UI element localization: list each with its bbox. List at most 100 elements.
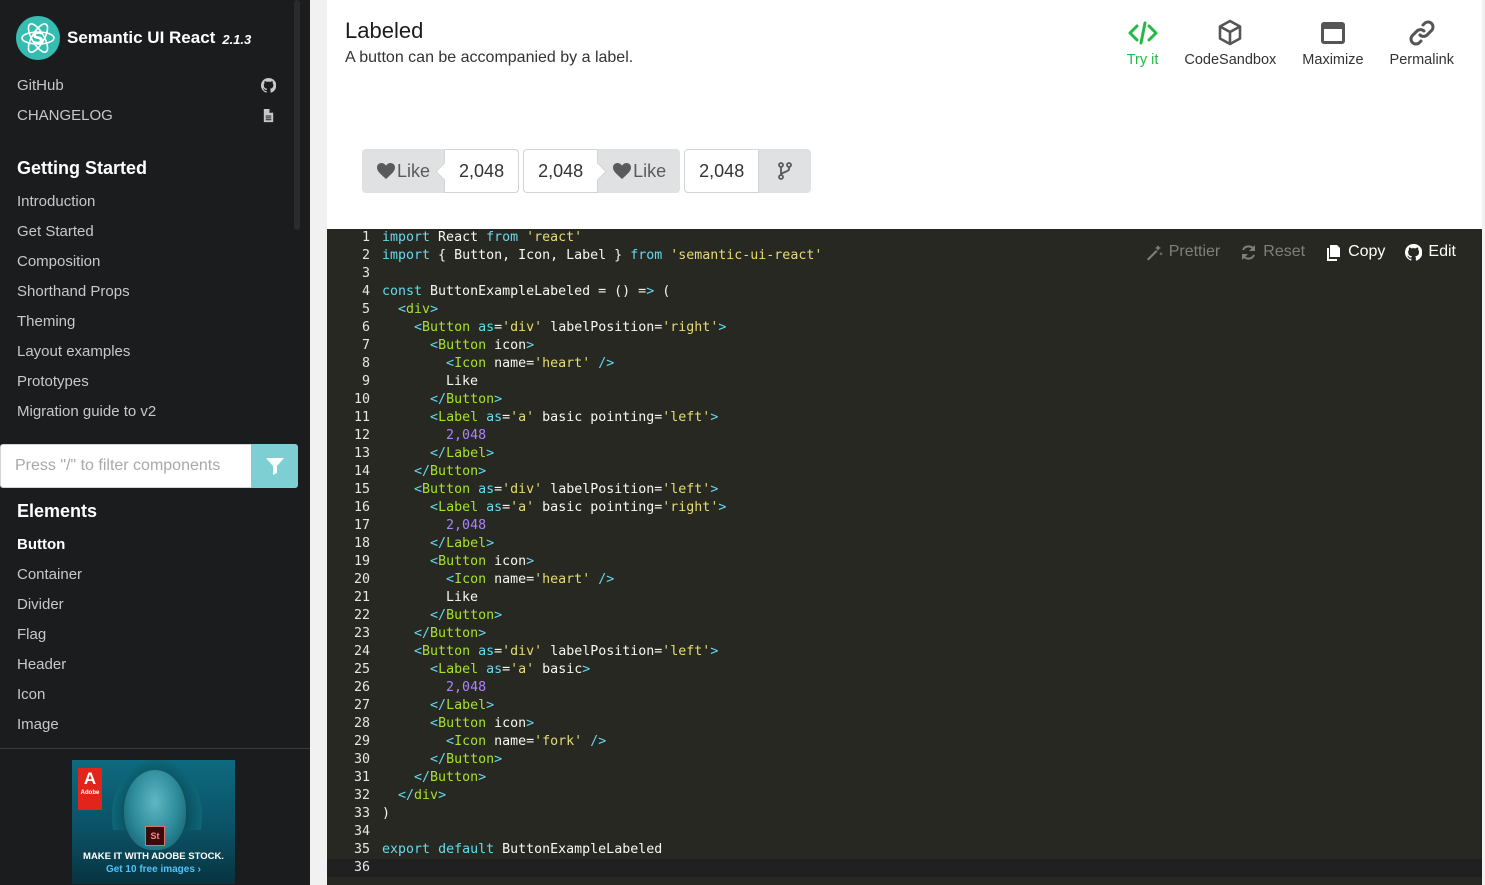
nav-item-introduction[interactable]: Introduction [0, 187, 300, 217]
file-icon [263, 108, 274, 122]
nav-item-container[interactable]: Container [0, 560, 300, 590]
code-line[interactable]: 18 </Label> [327, 535, 1482, 553]
line-number: 2 [361, 248, 370, 263]
copy-button[interactable]: Copy [1325, 243, 1385, 261]
code-text: <Icon name='fork' /> [446, 734, 607, 749]
nav-item-shorthand-props[interactable]: Shorthand Props [0, 277, 300, 307]
line-number: 30 [353, 752, 370, 767]
code-line[interactable]: 7 <Button icon> [327, 337, 1482, 355]
nav-item-migration-guide[interactable]: Migration guide to v2 [0, 397, 300, 427]
code-line[interactable]: 28 <Button icon> [327, 715, 1482, 733]
code-line[interactable]: 30 </Button> [327, 751, 1482, 769]
code-line[interactable]: 20 <Icon name='heart' /> [327, 571, 1482, 589]
permalink-button[interactable]: Permalink [1390, 18, 1454, 68]
code-line[interactable]: 5 <div> [327, 301, 1482, 319]
code-line[interactable]: 11 <Label as='a' basic pointing='left'> [327, 409, 1482, 427]
code-line[interactable]: 31 </Button> [327, 769, 1482, 787]
nav-item-prototypes[interactable]: Prototypes [0, 367, 300, 397]
code-line[interactable]: 15 <Button as='div' labelPosition='left'… [327, 481, 1482, 499]
code-text: </Button> [430, 752, 503, 767]
code-line[interactable]: 19 <Button icon> [327, 553, 1482, 571]
count-label[interactable]: 2,048 [444, 149, 520, 193]
like-label: Like [397, 160, 431, 181]
line-number: 25 [353, 662, 370, 677]
nav-item-button[interactable]: Button [0, 530, 300, 560]
brand[interactable]: S Semantic UI React 2.1.3 [16, 16, 251, 60]
changelog-link[interactable]: CHANGELOG [0, 100, 292, 130]
window-maximize-icon [1320, 22, 1345, 44]
code-text: 2,048 [446, 680, 487, 695]
code-line[interactable]: 35 export default ButtonExampleLabeled [327, 841, 1482, 859]
code-line[interactable]: 34 [327, 823, 1482, 841]
nav-item-composition[interactable]: Composition [0, 247, 300, 277]
filter-input[interactable] [0, 444, 251, 488]
code-line[interactable]: 36 [327, 859, 1482, 877]
code-text: <Icon name='heart' /> [446, 572, 615, 587]
code-line[interactable]: 32 </div> [327, 787, 1482, 805]
filter-icon [265, 458, 284, 475]
code-text: export default ButtonExampleLabeled [382, 842, 663, 857]
edit-label: Edit [1428, 243, 1456, 260]
code-line[interactable]: 26 2,048 [327, 679, 1482, 697]
advertisement[interactable]: A Adobe St MAKE IT WITH ADOBE STOCK. Get … [72, 760, 235, 884]
code-line[interactable]: 14 </Button> [327, 463, 1482, 481]
codesandbox-button[interactable]: CodeSandbox [1184, 18, 1276, 68]
code-line[interactable]: 6 <Button as='div' labelPosition='right'… [327, 319, 1482, 337]
code-line[interactable]: 22 </Button> [327, 607, 1482, 625]
code-text: </Label> [430, 536, 495, 551]
code-line[interactable]: 24 <Button as='div' labelPosition='left'… [327, 643, 1482, 661]
nav-item-icon[interactable]: Icon [0, 680, 300, 710]
changelog-link-label: CHANGELOG [17, 106, 113, 124]
nav-item-layout-examples[interactable]: Layout examples [0, 337, 300, 367]
nav-item-image[interactable]: Image [0, 710, 300, 740]
code-line[interactable]: 21 Like [327, 589, 1482, 607]
code-line[interactable]: 25 <Label as='a' basic> [327, 661, 1482, 679]
edit-button[interactable]: Edit [1405, 243, 1456, 261]
code-line[interactable]: 3 [327, 265, 1482, 283]
nav-item-theming[interactable]: Theming [0, 307, 300, 337]
labeled-button-left: 2,048 Like [523, 149, 681, 193]
ad-cta[interactable]: Get 10 free images › [72, 864, 235, 875]
nav-item-get-started[interactable]: Get Started [0, 217, 300, 247]
code-line[interactable]: 16 <Label as='a' basic pointing='right'> [327, 499, 1482, 517]
line-number: 14 [353, 464, 370, 479]
fork-button[interactable] [759, 149, 812, 193]
filter-button[interactable] [251, 444, 298, 488]
ad-caption: MAKE IT WITH ADOBE STOCK. [83, 851, 224, 862]
code-line[interactable]: 13 </Label> [327, 445, 1482, 463]
line-number: 29 [353, 734, 370, 749]
code-text: <Button icon> [430, 338, 535, 353]
code-text: </Button> [430, 608, 503, 623]
nav-item-divider[interactable]: Divider [0, 590, 300, 620]
nav-item-flag[interactable]: Flag [0, 620, 300, 650]
svg-text:S: S [32, 29, 44, 49]
nav-item-header[interactable]: Header [0, 650, 300, 680]
code-line[interactable]: 27 </Label> [327, 697, 1482, 715]
code-line[interactable]: 8 <Icon name='heart' /> [327, 355, 1482, 373]
code-text: <Label as='a' basic> [430, 662, 591, 677]
code-line[interactable]: 9 Like [327, 373, 1482, 391]
brand-version: 2.1.3 [222, 32, 252, 47]
code-line[interactable]: 12 2,048 [327, 427, 1482, 445]
line-number: 7 [361, 338, 370, 353]
maximize-button[interactable]: Maximize [1302, 18, 1364, 68]
reset-button[interactable]: Reset [1240, 243, 1305, 261]
count-label[interactable]: 2,048 [684, 149, 760, 193]
code-text: </div> [398, 788, 447, 803]
prettier-button[interactable]: Prettier [1146, 243, 1220, 261]
try-it-button[interactable]: Try it [1127, 18, 1158, 68]
code-line[interactable]: 17 2,048 [327, 517, 1482, 535]
like-button[interactable]: Like [598, 149, 681, 193]
github-link[interactable]: GitHub [0, 70, 292, 100]
code-text: <Button as='div' labelPosition='left'> [414, 482, 719, 497]
count-label[interactable]: 2,048 [523, 149, 599, 193]
code-line[interactable]: 23 </Button> [327, 625, 1482, 643]
code-line[interactable]: 4 const ButtonExampleLabeled = () => ( [327, 283, 1482, 301]
code-editor[interactable]: 1 import React from 'react' 2 import { Butt… [327, 229, 1482, 885]
magic-icon [1146, 244, 1163, 260]
like-button[interactable]: Like [362, 149, 445, 193]
code-line[interactable]: 33) [327, 805, 1482, 823]
code-line[interactable]: 10 </Button> [327, 391, 1482, 409]
code-line[interactable]: 29 <Icon name='fork' /> [327, 733, 1482, 751]
labeled-button-fork: 2,048 [684, 149, 812, 193]
